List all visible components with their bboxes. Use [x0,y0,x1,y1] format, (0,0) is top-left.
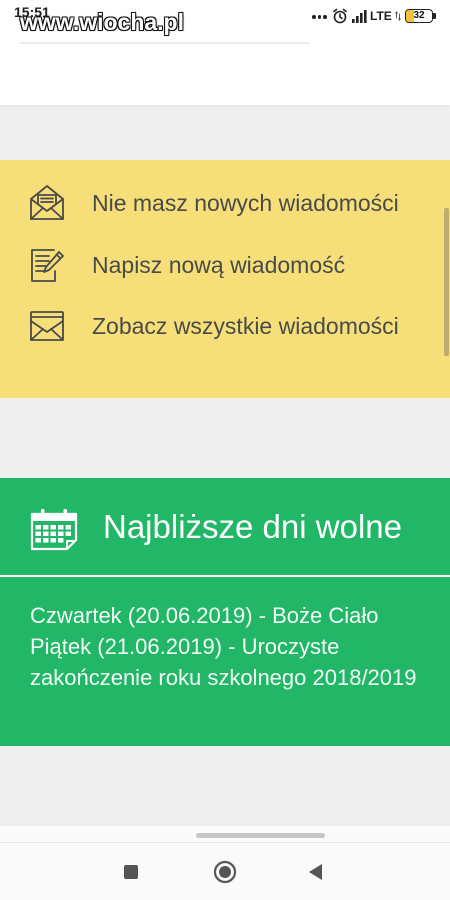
network-type: LTE [370,9,392,23]
vertical-scrollbar[interactable] [444,208,449,356]
messages-panel: Nie masz nowych wiadomości Napisz nową w… [0,160,450,398]
recent-apps-button[interactable] [103,843,159,900]
calendar-icon [30,509,78,551]
free-days-title: Najbliższe dni wolne [103,508,402,545]
free-days-panel: Najbliższe dni wolne Czwartek (20.06.201… [0,478,450,746]
free-days-divider [0,575,450,577]
free-day-entry: Piątek (21.06.2019) - Uroczyste [30,634,340,659]
messages-item-compose[interactable]: Napisz nową wiadomość [0,240,440,290]
home-button[interactable] [197,843,253,900]
page-bottom [0,826,450,842]
browser-header: 15:51 www.wiocha.pl LTE 32 [0,0,450,105]
android-nav-bar [0,842,450,900]
recent-apps-icon [124,864,138,879]
free-day-entry-continued: zakończenie roku szkolnego 2018/2019 [30,665,417,690]
signal-icon [352,10,367,23]
envelope-open-icon [30,185,64,220]
messages-item-label: Nie masz nowych wiadomości [92,190,399,216]
battery-icon: 32 [405,9,433,23]
more-notifications-icon [312,15,328,19]
free-days-list: Czwartek (20.06.2019) - Boże Ciało Piąte… [30,600,445,693]
data-arrows-icon [395,11,401,21]
watermark: www.wiocha.pl [20,9,184,35]
messages-item-no-new[interactable]: Nie masz nowych wiadomości [0,178,440,228]
dot [312,15,316,19]
back-icon [309,863,322,880]
back-button[interactable] [288,843,344,900]
status-bar: 15:51 www.wiocha.pl LTE 32 [0,0,450,35]
dot [317,15,322,19]
free-day-entry: Czwartek (20.06.2019) - Boże Ciało [30,603,379,628]
toolbar-divider [20,42,310,44]
messages-item-label: Zobacz wszystkie wiadomości [92,313,399,339]
envelope-icon [30,311,64,341]
horizontal-scroll-thumb[interactable] [196,833,325,838]
messages-item-all[interactable]: Zobacz wszystkie wiadomości [0,301,440,351]
messages-item-label: Napisz nową wiadomość [92,252,346,278]
compose-message-icon [31,249,64,282]
battery-level: 32 [413,10,425,21]
battery-cap [433,13,436,19]
home-icon [213,860,237,883]
dot [323,15,327,19]
alarm-icon [333,8,347,24]
